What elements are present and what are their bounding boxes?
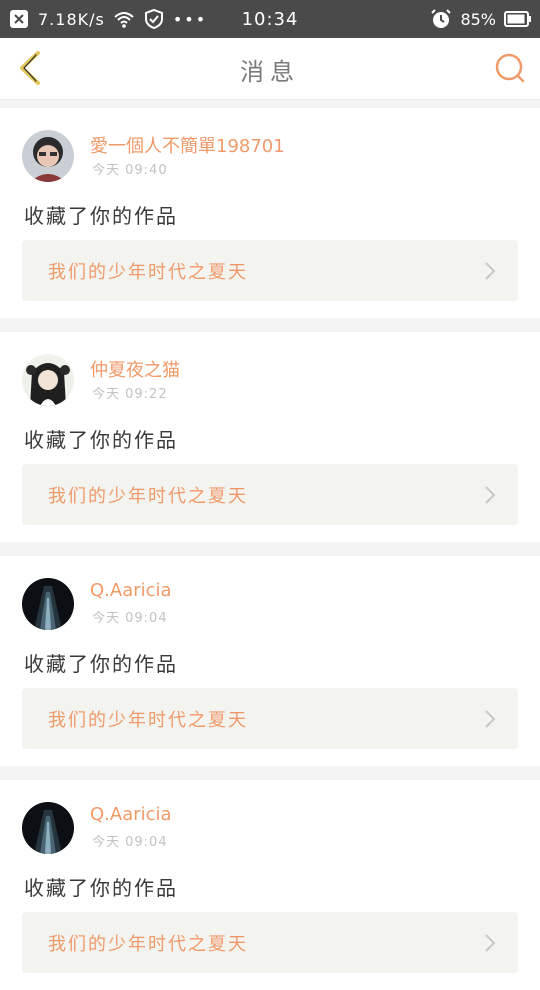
chevron-right-icon [485,934,496,952]
page-title: 消息 [240,57,300,86]
battery-percent: 85% [460,9,496,29]
avatar[interactable] [22,578,74,630]
work-link[interactable]: 我们的少年时代之夏天 [22,240,518,301]
work-link[interactable]: 我们的少年时代之夏天 [22,688,518,749]
header: 消息 [0,38,540,100]
user-avatar-icon [22,578,74,630]
user-avatar-icon [22,802,74,854]
battery-icon [504,11,531,27]
message-item[interactable]: Q.Aaricia 今天 09:04 收藏了你的作品 我们的少年时代之夏天 [0,556,540,766]
search-icon [495,53,525,83]
message-item[interactable]: 仲夏夜之猫 今天 09:22 收藏了你的作品 我们的少年时代之夏天 [0,332,540,542]
message-time: 今天 09:40 [92,163,168,178]
message-time: 今天 09:04 [92,835,168,850]
work-title: 我们的少年时代之夏天 [48,933,248,955]
work-link[interactable]: 我们的少年时代之夏天 [22,464,518,525]
message-time: 今天 09:22 [92,387,168,402]
user-avatar-icon [22,354,74,406]
username[interactable]: 仲夏夜之猫 [90,356,180,382]
action-text: 收藏了你的作品 [24,876,178,900]
message-item[interactable]: Q.Aaricia 今天 09:04 收藏了你的作品 我们的少年时代之夏天 [0,780,540,990]
work-title: 我们的少年时代之夏天 [48,709,248,731]
status-bar: 7.18K/s ••• 10:34 85% [0,0,540,38]
alarm-icon [431,9,452,28]
message-time: 今天 09:04 [92,611,168,626]
avatar[interactable] [22,354,74,406]
message-item[interactable]: 愛一個人不簡單198701 今天 09:40 收藏了你的作品 我们的少年时代之夏… [0,108,540,318]
work-title: 我们的少年时代之夏天 [48,485,248,507]
username[interactable]: Q.Aaricia [90,580,172,601]
username[interactable]: Q.Aaricia [90,804,172,825]
chevron-right-icon [485,710,496,728]
action-text: 收藏了你的作品 [24,652,178,676]
message-list: 愛一個人不簡單198701 今天 09:40 收藏了你的作品 我们的少年时代之夏… [0,100,540,990]
action-text: 收藏了你的作品 [24,428,178,452]
chevron-right-icon [485,486,496,504]
work-title: 我们的少年时代之夏天 [48,261,248,283]
search-button[interactable] [488,48,532,88]
action-text: 收藏了你的作品 [24,204,178,228]
avatar[interactable] [22,802,74,854]
username[interactable]: 愛一個人不簡單198701 [90,132,285,158]
work-link[interactable]: 我们的少年时代之夏天 [22,912,518,973]
avatar[interactable] [22,130,74,182]
user-avatar-icon [22,130,74,182]
status-right: 85% [430,0,532,38]
chevron-right-icon [485,262,496,280]
